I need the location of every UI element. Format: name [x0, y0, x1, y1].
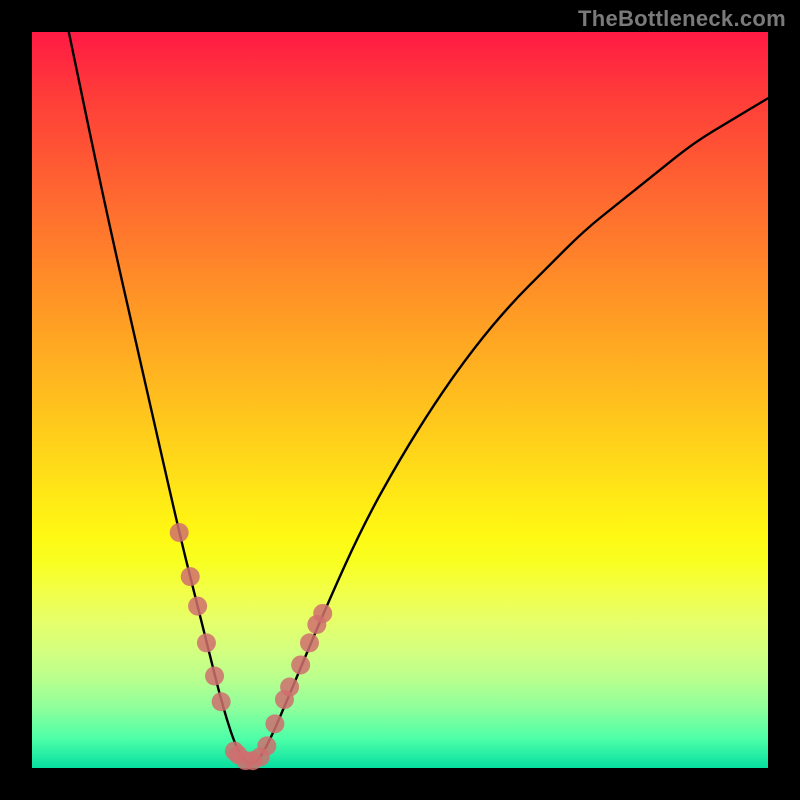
marker-dot: [188, 597, 207, 616]
bottleneck-curve: [69, 32, 768, 764]
marker-dot: [197, 633, 216, 652]
plot-area: [32, 32, 768, 768]
marker-dots-group: [170, 523, 333, 770]
marker-dot: [257, 736, 276, 755]
marker-dot: [265, 714, 284, 733]
marker-dot: [170, 523, 189, 542]
marker-dot: [291, 655, 310, 674]
marker-dot: [300, 633, 319, 652]
marker-dot: [205, 667, 224, 686]
chart-frame: TheBottleneck.com: [0, 0, 800, 800]
marker-dot: [280, 678, 299, 697]
marker-dot: [313, 604, 332, 623]
chart-svg: [32, 32, 768, 768]
marker-dot: [181, 567, 200, 586]
watermark-label: TheBottleneck.com: [578, 6, 786, 32]
marker-dot: [212, 692, 231, 711]
